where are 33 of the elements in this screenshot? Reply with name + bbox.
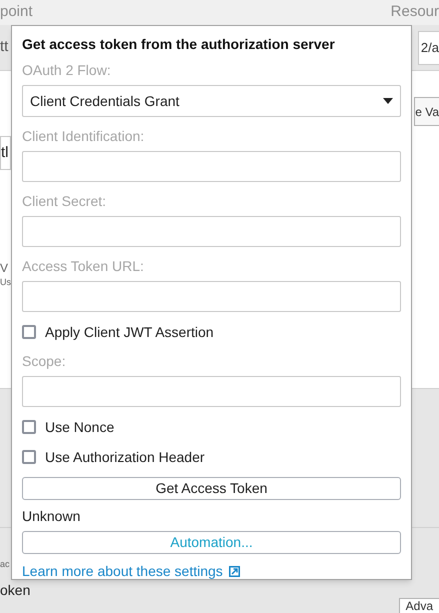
value-field[interactable]: 2/a <box>418 30 439 64</box>
get-token-button[interactable]: Get Access Token <box>22 477 401 500</box>
external-link-icon <box>228 566 240 577</box>
checkbox[interactable] <box>22 420 36 434</box>
table-cell-text: tt <box>0 37 8 58</box>
value-text: oken <box>0 582 30 598</box>
checkbox-label: Apply Client JWT Assertion <box>45 322 214 342</box>
column-header: point <box>0 2 33 22</box>
field-label: Scope: <box>22 352 67 370</box>
popup-title: Get access token from the authorization server <box>22 35 336 54</box>
column-header: Resour <box>390 2 439 22</box>
caption: Us <box>0 276 11 288</box>
field-label: ac <box>0 558 10 570</box>
field-label: Client Secret: <box>22 192 108 210</box>
input-field[interactable] <box>22 151 401 182</box>
status-text: Unknown <box>22 507 82 525</box>
input-field[interactable] <box>22 281 401 312</box>
checkbox[interactable] <box>22 325 36 339</box>
field-label: Access Token URL: <box>22 257 145 275</box>
checkbox[interactable] <box>22 450 36 464</box>
value-button[interactable]: e Va <box>414 97 439 126</box>
field-label: OAuth 2 Flow: <box>22 61 112 79</box>
caret-icon <box>383 98 393 104</box>
checkbox-label: Use Authorization Header <box>45 448 205 466</box>
field-label: Client Identification: <box>22 127 146 145</box>
learn-more-link[interactable]: Learn more about these settings <box>22 561 401 582</box>
heading: V <box>0 260 8 276</box>
advanced-button[interactable]: Adva <box>398 598 439 613</box>
checkbox-label: Use Nonce <box>45 418 114 436</box>
input-field[interactable] <box>22 216 401 247</box>
flow-dropdown[interactable]: Client Credentials Grant <box>22 85 401 117</box>
input-field[interactable] <box>22 376 401 407</box>
text-field[interactable]: tl <box>0 136 11 170</box>
